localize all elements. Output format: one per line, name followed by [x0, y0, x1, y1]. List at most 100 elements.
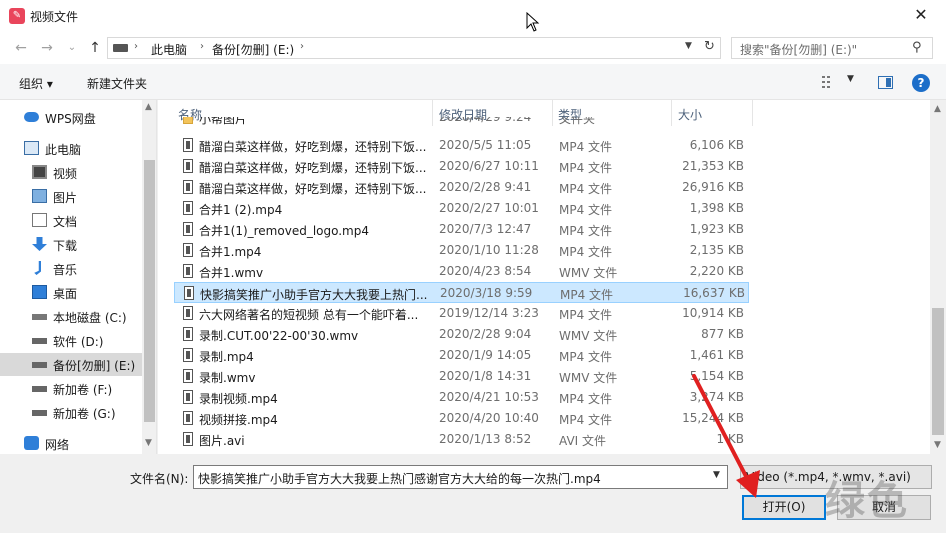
- file-name: 合并1.wmv: [199, 266, 264, 280]
- file-list-scroll-thumb[interactable]: [932, 308, 944, 435]
- file-type: MP4 文件: [559, 392, 613, 406]
- help-icon[interactable]: ?: [912, 74, 930, 92]
- file-row[interactable]: 合并1(1)_removed_logo.mp4 2020/7/3 12:47 MP4…: [174, 219, 749, 240]
- new-folder-button[interactable]: 新建文件夹: [87, 75, 147, 92]
- organize-menu-button[interactable]: 组织 ▾: [19, 75, 53, 92]
- file-type: WMV 文件: [559, 371, 618, 385]
- sidebar-item[interactable]: 网络: [0, 432, 142, 454]
- file-row[interactable]: 醋溜白菜这样做，好吃到爆，还特别下饭... 2020/5/5 11:05 MP4 文…: [174, 135, 749, 156]
- sidebar-item-label: 新加卷 (F:): [53, 383, 113, 397]
- sidebar-item-label: 此电脑: [45, 143, 82, 157]
- network-icon: [24, 436, 39, 450]
- sidebar-item-label: WPS网盘: [45, 112, 96, 126]
- up-button[interactable]: ↑: [86, 40, 104, 56]
- file-row[interactable]: 录制视频.mp4 2020/4/21 10:53 MP4 文件 3,274 KB: [174, 387, 749, 408]
- sidebar-item-label: 桌面: [53, 287, 78, 301]
- file-name: 视频拼接.mp4: [199, 413, 278, 427]
- navigation-bar: ← → ⌄ ↑ › 此电脑 › 备份[勿删] (E:) › ▼ ↻ 搜索"备份[…: [0, 32, 946, 64]
- file-row[interactable]: 合并1.wmv 2020/4/23 8:54 WMV 文件 2,220 KB: [174, 261, 749, 282]
- refresh-icon[interactable]: ↻: [704, 39, 715, 54]
- file-row[interactable]: 醋溜白菜这样做，好吃到爆，还特别下饭... 2020/2/28 9:41 MP4 文…: [174, 177, 749, 198]
- forward-button[interactable]: →: [38, 40, 56, 56]
- sidebar-item[interactable]: 新加卷 (G:): [0, 401, 142, 424]
- mouse-cursor-icon: [526, 12, 540, 32]
- address-bar[interactable]: › 此电脑 › 备份[勿删] (E:) › ▼ ↻: [107, 37, 721, 59]
- file-size: 10,914 KB: [682, 306, 744, 320]
- scroll-up-icon[interactable]: ▲: [145, 102, 152, 112]
- sidebar-scroll-thumb[interactable]: [144, 160, 155, 422]
- column-divider[interactable]: [752, 100, 753, 126]
- sidebar-item[interactable]: 软件 (D:): [0, 329, 142, 352]
- file-date: 2020/5/5 11:05: [439, 138, 532, 152]
- sidebar-item[interactable]: WPS网盘: [0, 106, 142, 129]
- file-row[interactable]: 六大网络著名的短视频 总有一个能吓着... 2019/12/14 3:23 MP4 …: [174, 303, 749, 324]
- file-date: 2020/1/13 8:52: [439, 432, 532, 446]
- sidebar-item[interactable]: 图片: [0, 185, 142, 208]
- file-row[interactable]: 录制.wmv 2020/1/8 14:31 WMV 文件 5,154 KB: [174, 366, 749, 387]
- red-annotation-arrow-icon: [692, 374, 760, 498]
- file-size: 1,461 KB: [689, 348, 744, 362]
- video-file-icon: [183, 369, 193, 383]
- sidebar-item[interactable]: 此电脑: [0, 137, 142, 160]
- video-file-icon: [183, 138, 193, 152]
- sidebar-item[interactable]: 视频: [0, 161, 142, 184]
- file-list: ^ 名称 修改日期 类型 大小 小帮图片 2020/4/29 9:24 文件夹 醋溜白…: [158, 100, 930, 454]
- drive-icon: [32, 386, 47, 392]
- video-file-icon: [183, 306, 193, 320]
- navigation-pane: WPS网盘此电脑视频 图片 文档下载音乐桌面本地磁盘 (C:) 软件 (D:) 备份[勿…: [0, 100, 157, 454]
- preview-pane-icon[interactable]: [878, 76, 893, 89]
- video-file-icon: [183, 243, 193, 257]
- address-history-dropdown[interactable]: ▼: [685, 41, 692, 51]
- back-button[interactable]: ←: [12, 40, 30, 56]
- folder-icon: [183, 117, 193, 124]
- file-row[interactable]: 小帮图片 2020/4/29 9:24 文件夹: [174, 117, 749, 128]
- view-dropdown-icon[interactable]: ▼: [847, 74, 854, 84]
- file-row[interactable]: 录制.CUT.00'22-00'30.wmv 2020/2/28 9:04 WMV …: [174, 324, 749, 345]
- file-type: MP4 文件: [559, 224, 613, 238]
- file-name: 醋溜白菜这样做，好吃到爆，还特别下饭...: [199, 161, 427, 175]
- file-row[interactable]: 醋溜白菜这样做，好吃到爆，还特别下饭... 2020/6/27 10:11 MP4 …: [174, 156, 749, 177]
- sidebar-item[interactable]: 备份[勿删] (E:): [0, 353, 142, 376]
- file-row[interactable]: 视频拼接.mp4 2020/4/20 10:40 MP4 文件 15,244 KB: [174, 408, 749, 429]
- sidebar-item[interactable]: 本地磁盘 (C:): [0, 305, 142, 328]
- file-date: 2020/2/27 10:01: [439, 201, 539, 215]
- sidebar-item-label: 网络: [45, 438, 70, 452]
- file-type: MP4 文件: [559, 245, 613, 259]
- file-row[interactable]: 图片.avi 2020/1/13 8:52 AVI 文件 1 KB: [174, 429, 749, 450]
- filename-input[interactable]: 快影搞笑推广小助手官方大大我要上热门感谢官方大大给的每一次热门.mp4 ▼: [193, 465, 728, 489]
- file-date: 2020/1/9 14:05: [439, 348, 532, 362]
- file-row[interactable]: 录制.mp4 2020/1/9 14:05 MP4 文件 1,461 KB: [174, 345, 749, 366]
- windows-drive-icon: [32, 314, 47, 320]
- file-name: 合并1(1)_removed_logo.mp4: [199, 224, 369, 238]
- file-name: 合并1.mp4: [199, 245, 262, 259]
- sidebar-item-label: 下载: [53, 239, 78, 253]
- file-date: 2020/7/3 12:47: [439, 222, 532, 236]
- breadcrumb-drive-e[interactable]: 备份[勿删] (E:): [212, 41, 294, 58]
- close-button[interactable]: ✕: [904, 4, 938, 28]
- video-file-icon: [183, 432, 193, 446]
- scroll-down-icon[interactable]: ▼: [145, 438, 152, 448]
- sidebar-item[interactable]: 桌面: [0, 281, 142, 304]
- sidebar-item[interactable]: 下载: [0, 233, 142, 256]
- scroll-down-icon[interactable]: ▼: [934, 440, 941, 450]
- search-box[interactable]: 搜索"备份[勿删] (E:)" ⚲: [731, 37, 933, 59]
- file-row[interactable]: 合并1.mp4 2020/1/10 11:28 MP4 文件 2,135 KB: [174, 240, 749, 261]
- file-date: 2020/4/20 10:40: [439, 411, 539, 425]
- file-row[interactable]: 快影搞笑推广小助手官方大大我要上热门... 2020/3/18 9:59 MP4 文…: [174, 282, 749, 303]
- breadcrumb-this-pc[interactable]: 此电脑: [151, 41, 187, 58]
- sidebar-item-label: 新加卷 (G:): [53, 407, 116, 421]
- file-name: 图片.avi: [199, 434, 245, 448]
- file-type: 文件夹: [559, 117, 596, 126]
- cloud-icon: [24, 112, 39, 122]
- scroll-up-icon[interactable]: ▲: [934, 104, 941, 114]
- file-date: 2020/4/23 8:54: [439, 264, 532, 278]
- search-icon[interactable]: ⚲: [912, 40, 922, 55]
- recent-locations-dropdown[interactable]: ⌄: [63, 40, 81, 56]
- file-type: WMV 文件: [559, 266, 618, 280]
- file-row[interactable]: 合并1 (2).mp4 2020/2/27 10:01 MP4 文件 1,398 KB: [174, 198, 749, 219]
- file-size: 16,637 KB: [683, 286, 745, 300]
- sidebar-item[interactable]: 新加卷 (F:): [0, 377, 142, 400]
- sidebar-item[interactable]: 音乐: [0, 257, 142, 280]
- view-options-icon[interactable]: [822, 76, 838, 88]
- sidebar-item[interactable]: 文档: [0, 209, 142, 232]
